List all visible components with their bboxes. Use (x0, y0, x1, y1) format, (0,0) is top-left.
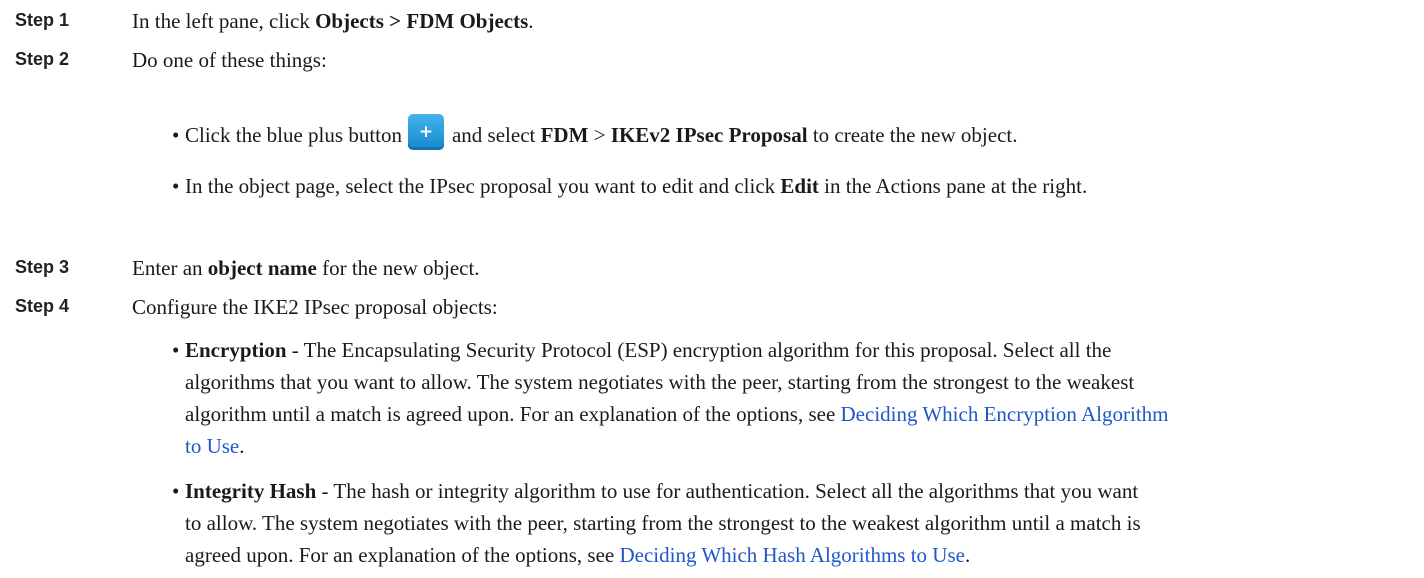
step-1-menu-path: Objects > FDM Objects (315, 9, 529, 33)
step-2-bullet-add: •Click the blue plus button and select FD… (172, 114, 1412, 151)
step-1-text: In the left pane, click Objects > FDM Ob… (132, 9, 534, 33)
bullet-dot: • (172, 123, 180, 147)
bullet-add-post: to create the new object. (807, 123, 1018, 147)
step-4-text: Configure the IKE2 IPsec proposal object… (132, 295, 498, 319)
step-4-label: Step 4 (15, 296, 70, 316)
bullet-add-mid: and select (451, 123, 541, 147)
integrity-bullet: • Integrity Hash - The hash or integrity … (172, 475, 1412, 571)
bullet-dot: • (172, 479, 180, 503)
plus-icon[interactable] (407, 114, 444, 150)
step-1-pre: In the left pane, click (132, 9, 316, 33)
integrity-term: Integrity Hash (185, 479, 317, 503)
step-2-text: Do one of these things: (132, 48, 327, 72)
encryption-line-2: algorithms that you want to allow. The s… (185, 370, 1135, 394)
step-3-post: for the new object. (316, 256, 480, 280)
encryption-term: Encryption (185, 338, 287, 362)
step-3-pre: Enter an (132, 256, 208, 280)
encryption-line-1: - The Encapsulating Security Protocol (E… (286, 338, 1112, 362)
encryption-algorithm-link[interactable]: Deciding Which Encryption Algorithm (841, 402, 1169, 426)
step-3-label: Step 3 (15, 257, 70, 277)
integrity-end: . (964, 543, 971, 567)
bullet-edit-post: in the Actions pane at the right. (818, 174, 1088, 198)
bullet-dot: • (172, 338, 180, 362)
bullet-add-proposal: IKEv2 IPsec Proposal (610, 123, 808, 147)
integrity-line-3: agreed upon. For an explanation of the o… (185, 543, 620, 567)
bullet-add-sep: > (588, 123, 611, 147)
encryption-line-3: algorithm until a match is agreed upon. … (185, 402, 841, 426)
bullet-add-pre: Click the blue plus button (185, 123, 402, 147)
encryption-algorithm-link-cont[interactable]: to Use (185, 434, 239, 458)
encryption-bullet: • Encryption - The Encapsulating Security… (172, 334, 1412, 462)
step-2-label: Step 2 (15, 49, 70, 69)
step-2-bullet-edit: • In the object page, select the IPsec pr… (172, 170, 1412, 202)
step-3-text: Enter an object name for the new object. (132, 256, 480, 280)
hash-algorithm-link[interactable]: Deciding Which Hash Algorithms to Use (619, 543, 965, 567)
step-1-label: Step 1 (15, 10, 70, 30)
bullet-edit-bold: Edit (780, 174, 819, 198)
step-3-bold: object name (207, 256, 317, 280)
bullet-add-fdm: FDM (540, 123, 589, 147)
integrity-line-1: - The hash or integrity algorithm to use… (316, 479, 1139, 503)
step-1-post: . (528, 9, 534, 33)
integrity-line-2: to allow. The system negotiates with the… (185, 511, 1141, 535)
bullet-dot: • (172, 174, 180, 198)
encryption-end: . (239, 434, 245, 458)
bullet-edit-pre: In the object page, select the IPsec pro… (185, 174, 781, 198)
